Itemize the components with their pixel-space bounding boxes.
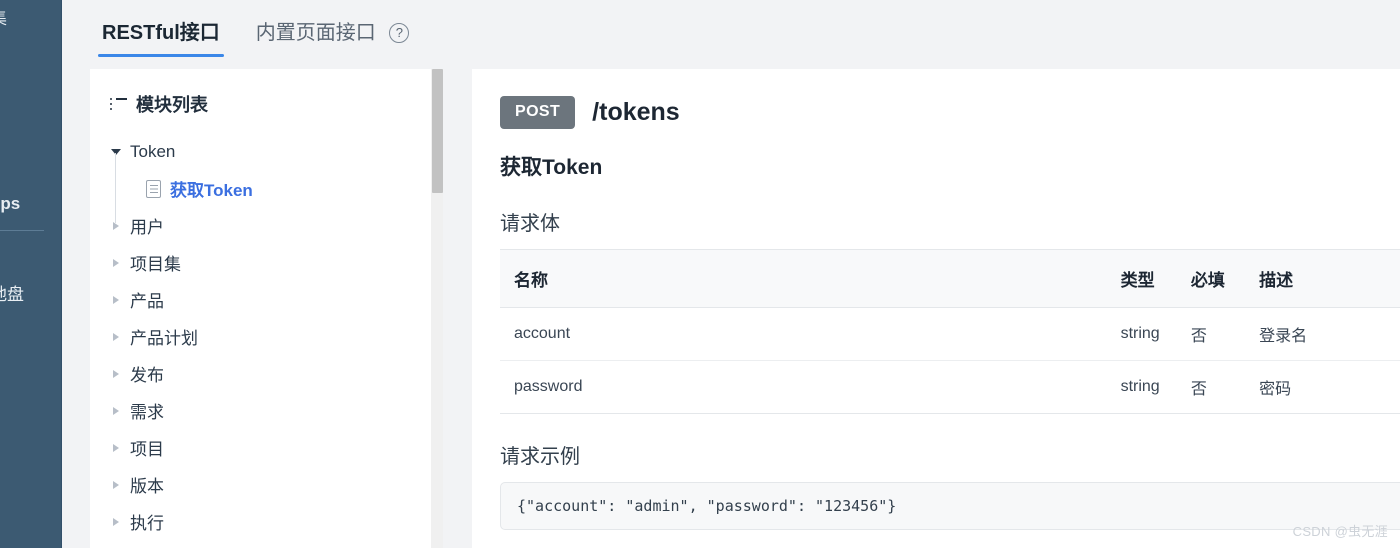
chevron-down-icon[interactable] (108, 148, 124, 155)
tree-leaf-label: 获取Token (170, 181, 253, 200)
chevron-right-icon[interactable] (108, 443, 124, 452)
nav-item-kanban[interactable]: 看板 (0, 239, 62, 276)
tree-node-label: 用户 (130, 218, 164, 237)
section-title-request-body: 请求体 (500, 213, 560, 235)
nav-item-test[interactable]: 测试 (0, 148, 62, 185)
cell-desc: 密码 (1259, 360, 1400, 414)
table-row: password string 否 密码 (500, 360, 1400, 414)
table-body: account string 否 登录名 password string 否 密… (500, 307, 1400, 414)
help-icon[interactable]: ? (389, 22, 410, 43)
chevron-right-icon[interactable] (108, 517, 124, 526)
tree-node-release[interactable]: 发布 (108, 355, 442, 392)
cell-desc: 登录名 (1259, 307, 1400, 361)
tree-connector-line (115, 153, 116, 223)
tab-builtin-page-api-label: 内置页面接口 (255, 22, 376, 44)
tab-bar: RESTful接口 内置页面接口 ? (62, 0, 1400, 57)
chevron-right-icon[interactable] (108, 258, 124, 267)
tree-node-label: 项目 (130, 440, 164, 459)
chevron-right-icon[interactable] (108, 221, 124, 230)
nav-item-devops[interactable]: DevOps (0, 185, 62, 222)
nav-item-products[interactable]: 产品 (0, 37, 62, 74)
tree-node-label: 需求 (130, 403, 164, 422)
left-nav-edge (61, 0, 62, 548)
module-list-scrollbar-thumb[interactable] (432, 69, 443, 193)
list-icon (110, 97, 127, 111)
column-header-required: 必填 (1190, 249, 1260, 308)
left-global-nav-items: 项目集 产品 项目 执行 测试 DevOps 看板 我的地盘 组织 (0, 0, 62, 350)
nav-item-my-space[interactable]: 我的地盘 (0, 276, 62, 313)
cell-type: string (1120, 360, 1191, 414)
tree-node-program[interactable]: 项目集 (108, 244, 442, 281)
endpoint-title: 获取Token (500, 156, 603, 179)
cell-name: password (500, 360, 1121, 414)
tab-restful-api[interactable]: RESTful接口 (98, 16, 224, 57)
nav-item-programs[interactable]: 项目集 (0, 0, 62, 37)
module-list-header: 模块列表 (90, 69, 442, 117)
module-list-title: 模块列表 (136, 95, 208, 115)
table-head: 名称 类型 必填 描述 (500, 249, 1400, 308)
nav-item-executions[interactable]: 执行 (0, 111, 62, 148)
tree-node-project[interactable]: 项目 (108, 429, 442, 466)
cell-required: 否 (1190, 360, 1260, 414)
tab-row: RESTful接口 内置页面接口 ? (98, 16, 441, 57)
module-list-panel: 模块列表 Token 获取Token 用户 项目集 产品 产品计划 发布 需求 … (90, 69, 442, 548)
nav-divider (0, 230, 44, 231)
chevron-right-icon[interactable] (108, 369, 124, 378)
chevron-right-icon[interactable] (108, 406, 124, 415)
table-header-row: 名称 类型 必填 描述 (500, 249, 1400, 308)
tree-node-label: 版本 (130, 477, 164, 496)
module-tree: Token 获取Token 用户 项目集 产品 产品计划 发布 需求 项目 版本… (90, 117, 442, 540)
tree-node-label: 发布 (130, 366, 164, 385)
section-title-request-example: 请求示例 (500, 446, 580, 468)
tree-node-build[interactable]: 版本 (108, 466, 442, 503)
tree-node-user[interactable]: 用户 (108, 207, 442, 244)
cell-name: account (500, 307, 1121, 361)
api-detail-panel: POST /tokens 获取Token 请求体 名称 类型 必填 描述 acc… (472, 69, 1400, 548)
cell-required: 否 (1190, 307, 1260, 361)
tree-node-label: Token (130, 141, 176, 161)
chevron-right-icon[interactable] (108, 332, 124, 341)
app-root: 项目集 产品 项目 执行 测试 DevOps 看板 我的地盘 组织 RESTfu… (0, 0, 1400, 548)
tree-node-label: 产品 (130, 292, 164, 311)
column-header-type: 类型 (1120, 249, 1191, 308)
endpoint-path: /tokens (592, 98, 680, 126)
http-method-badge: POST (500, 96, 576, 129)
tree-node-execution[interactable]: 执行 (108, 503, 442, 540)
tree-node-label: 执行 (130, 514, 164, 533)
section-title-response: 请求响应 (472, 530, 1400, 548)
tree-node-product-plan[interactable]: 产品计划 (108, 318, 442, 355)
chevron-right-icon[interactable] (108, 295, 124, 304)
tree-node-label: 产品计划 (130, 329, 198, 348)
nav-item-organization[interactable]: 组织 (0, 313, 62, 350)
cell-type: string (1120, 307, 1191, 361)
document-icon (146, 179, 161, 198)
tree-leaf-get-token[interactable]: 获取Token (146, 170, 442, 207)
table-row: account string 否 登录名 (500, 307, 1400, 361)
chevron-right-icon[interactable] (108, 480, 124, 489)
nav-item-projects[interactable]: 项目 (0, 74, 62, 111)
tree-node-label: 项目集 (130, 255, 181, 274)
request-example-code: {"account": "admin", "password": "123456… (500, 482, 1400, 530)
request-body-table: 名称 类型 必填 描述 account string 否 登录名 passwor… (500, 249, 1400, 414)
column-header-name: 名称 (500, 249, 1121, 308)
left-global-nav: 项目集 产品 项目 执行 测试 DevOps 看板 我的地盘 组织 (0, 0, 62, 548)
tab-builtin-page-api[interactable]: 内置页面接口 ? (252, 16, 414, 57)
tree-node-product[interactable]: 产品 (108, 281, 442, 318)
tree-node-token[interactable]: Token (108, 133, 442, 170)
column-header-desc: 描述 (1259, 249, 1400, 308)
endpoint-header: POST /tokens (472, 69, 1400, 129)
tree-node-story[interactable]: 需求 (108, 392, 442, 429)
